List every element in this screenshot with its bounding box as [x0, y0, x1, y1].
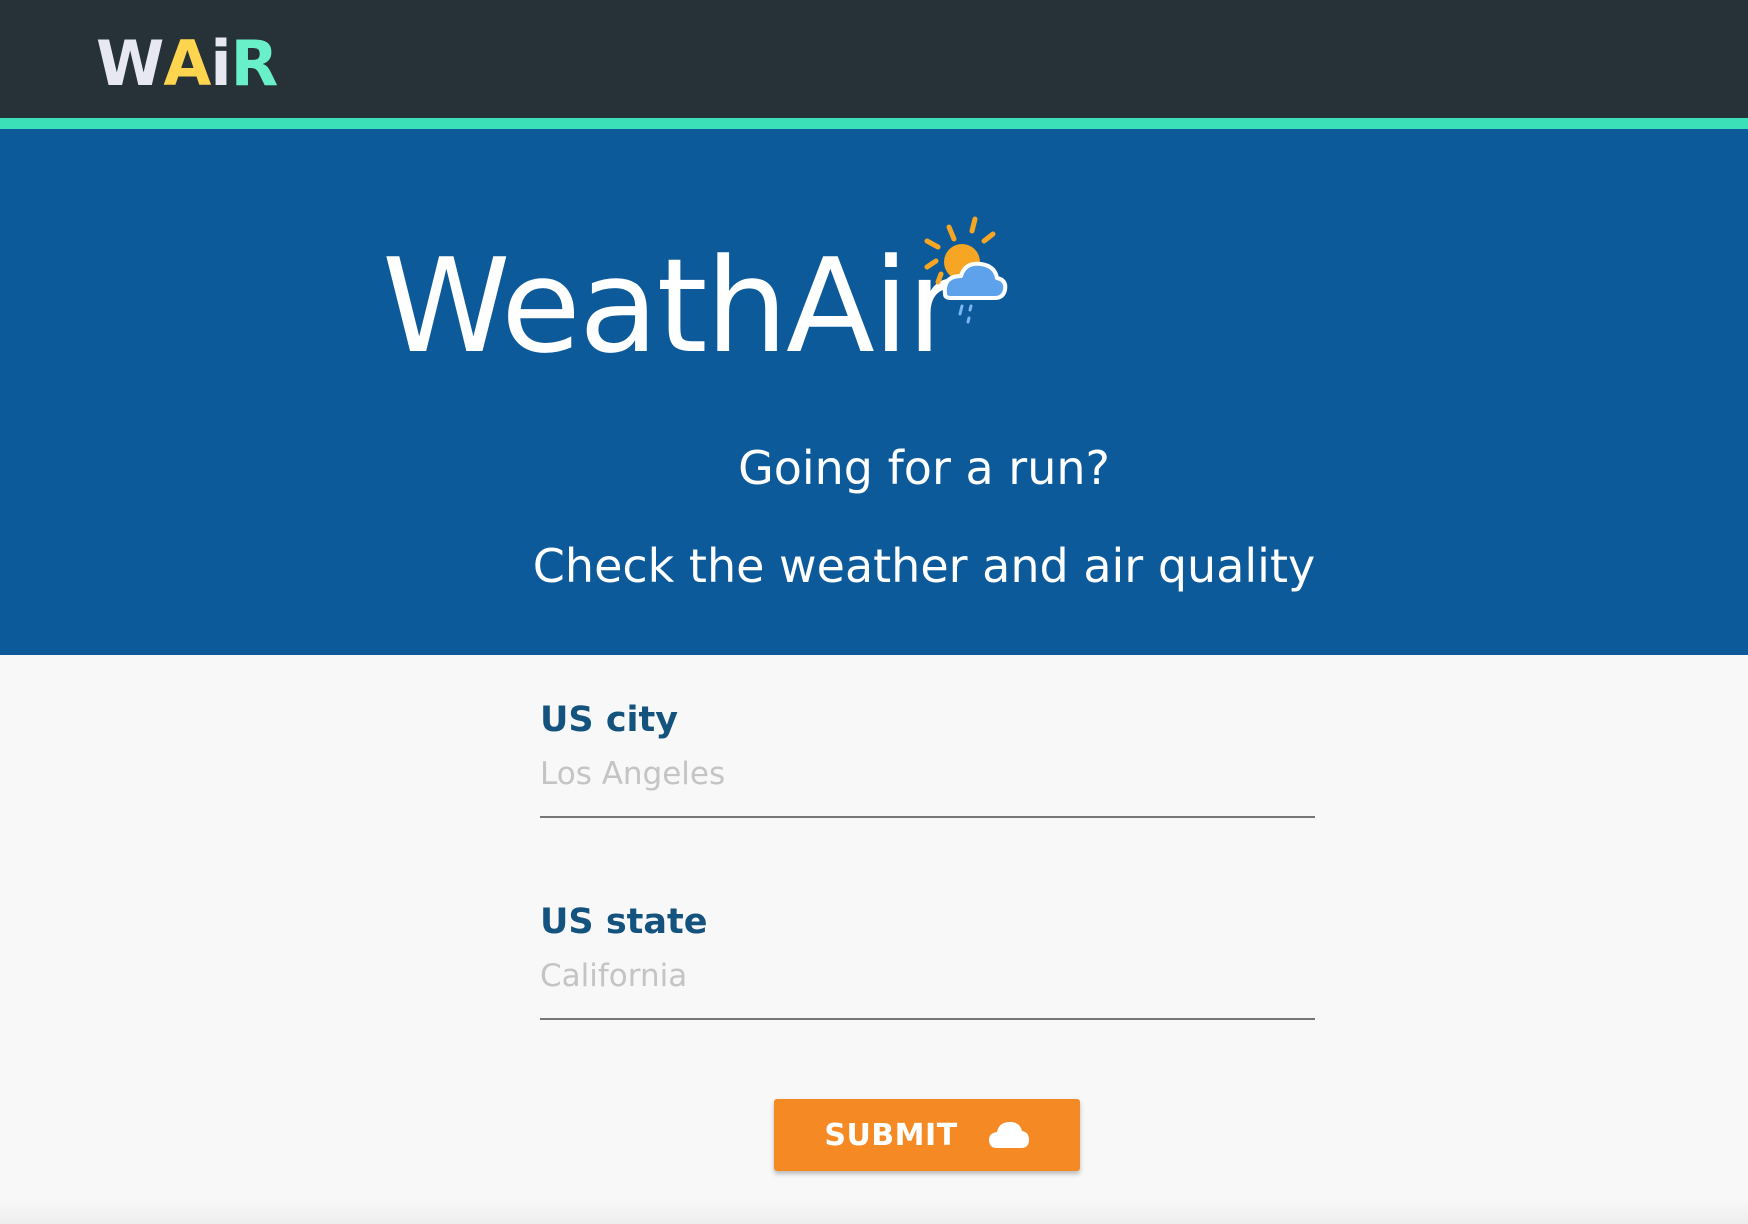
- hero-tagline-description: Check the weather and air quality: [532, 539, 1316, 593]
- logo-letter-a: A: [163, 27, 211, 100]
- logo-letter-i: i: [210, 27, 231, 100]
- hero-tagline-question: Going for a run?: [738, 441, 1110, 495]
- city-field-label: US city: [540, 700, 679, 740]
- city-field: US city: [540, 700, 1315, 818]
- sun-cloud-rain-icon: [924, 216, 1008, 324]
- logo-letter-r: R: [230, 27, 279, 100]
- hero-title: WeathAir: [382, 230, 960, 382]
- top-navbar: WAiR: [0, 0, 1748, 118]
- location-form: US city US state: [540, 700, 1315, 1104]
- wair-logo[interactable]: WAiR: [96, 27, 279, 100]
- page-bottom-edge: [0, 1200, 1748, 1224]
- state-field-label: US state: [540, 902, 708, 942]
- state-field: US state: [540, 902, 1315, 1020]
- submit-button[interactable]: SUBMIT: [774, 1099, 1080, 1171]
- logo-letter-w: W: [96, 27, 164, 100]
- state-input[interactable]: [540, 950, 1315, 1002]
- cloud-icon: [988, 1122, 1029, 1148]
- submit-button-label: SUBMIT: [824, 1117, 958, 1153]
- navbar-accent-stripe: [0, 118, 1748, 129]
- city-input[interactable]: [540, 748, 1315, 800]
- hero-banner: WeathAir Going for a run? Check the weat…: [0, 129, 1748, 655]
